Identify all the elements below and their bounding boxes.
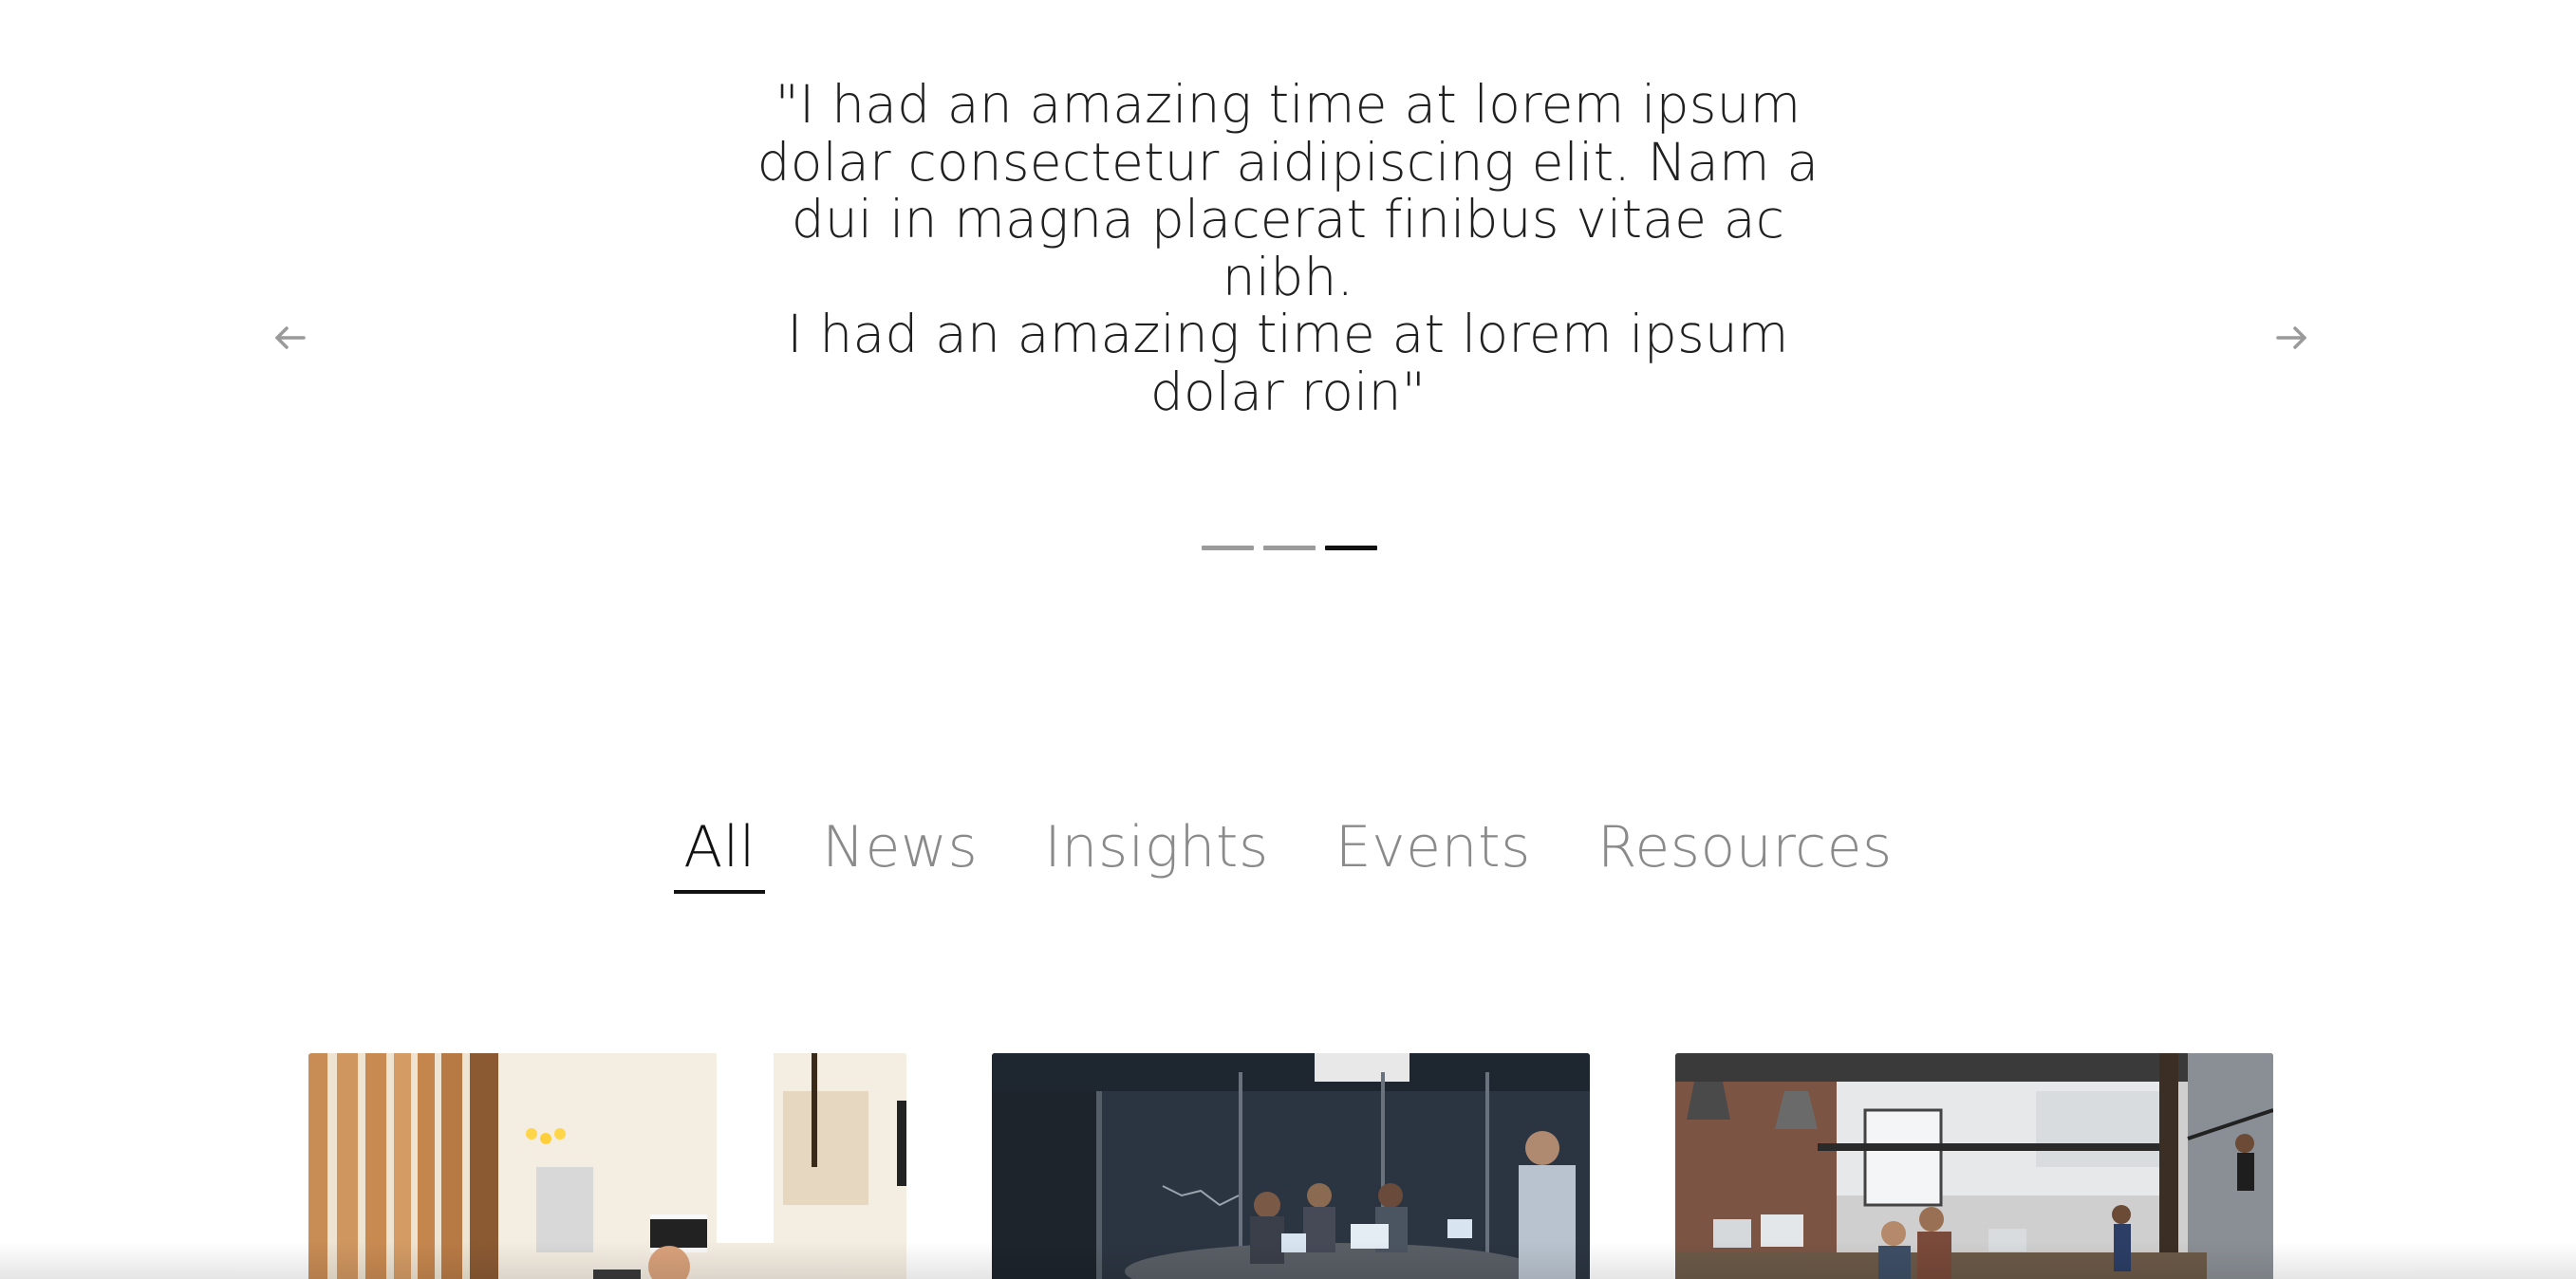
post-card-image xyxy=(308,1053,906,1279)
carousel-dot-3[interactable] xyxy=(1325,546,1377,550)
testimonial-quote: "I had an amazing time at lorem ipsum do… xyxy=(719,76,1857,420)
filter-tabs: All News Insights Events Resources xyxy=(0,814,2576,894)
arrow-right-icon xyxy=(2270,317,2312,359)
arrow-left-icon xyxy=(270,317,311,359)
tab-all[interactable]: All xyxy=(674,814,765,894)
testimonial-line: dolar consectetur aidipiscing elit. Nam … xyxy=(756,131,1820,193)
tab-insights[interactable]: Insights xyxy=(1035,814,1278,894)
tab-resources[interactable]: Resources xyxy=(1588,814,1902,894)
post-card[interactable] xyxy=(308,1053,906,1279)
testimonial-line: dui in magna placerat finibus vitae ac n… xyxy=(791,189,1785,307)
carousel-pagination xyxy=(1202,546,1377,550)
tab-news[interactable]: News xyxy=(812,814,987,894)
testimonial-line: "I had an amazing time at lorem ipsum xyxy=(775,74,1801,135)
post-card-image xyxy=(992,1053,1590,1279)
tab-events[interactable]: Events xyxy=(1326,814,1540,894)
post-card[interactable] xyxy=(1675,1053,2273,1279)
testimonial-line: dolar roin" xyxy=(1149,361,1427,422)
post-card-image xyxy=(1675,1053,2273,1279)
carousel-dot-1[interactable] xyxy=(1202,546,1254,550)
post-card[interactable] xyxy=(992,1053,1590,1279)
carousel-dot-2[interactable] xyxy=(1263,546,1316,550)
page: "I had an amazing time at lorem ipsum do… xyxy=(0,0,2576,1279)
carousel-prev-button[interactable] xyxy=(270,317,311,359)
testimonial-line: I had an amazing time at lorem ipsum xyxy=(787,304,1789,364)
carousel-next-button[interactable] xyxy=(2270,317,2312,359)
